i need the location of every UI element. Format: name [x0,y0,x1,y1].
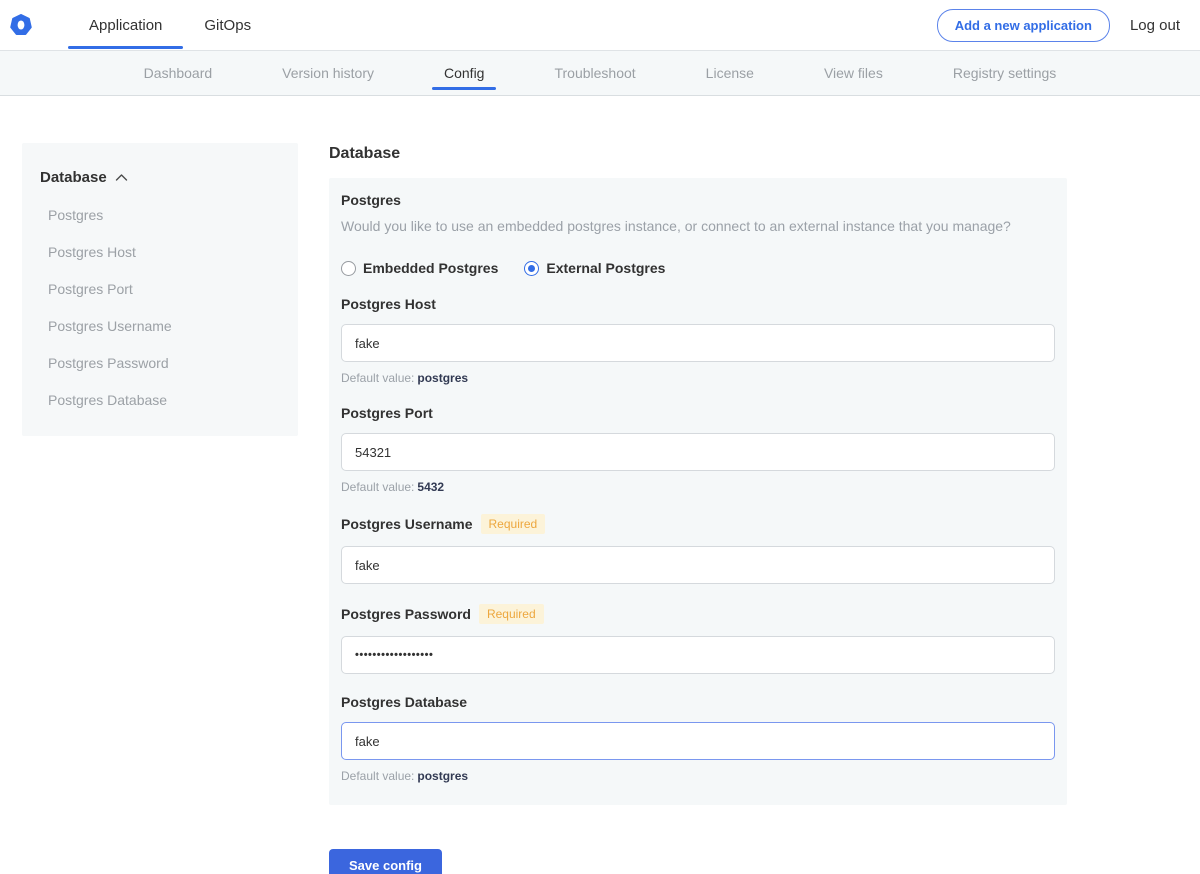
radio-embedded-postgres[interactable]: Embedded Postgres [341,260,498,276]
sidebar-item-postgres-port[interactable]: Postgres Port [40,281,278,297]
postgres-port-input[interactable] [341,433,1055,471]
field-postgres-database: Postgres Database Default value:postgres [341,694,1055,783]
field-label: Postgres Port [341,405,433,421]
subnav-dashboard[interactable]: Dashboard [132,51,225,95]
subnav-version-history[interactable]: Version history [270,51,386,95]
config-main: Database Postgres Would you like to use … [329,143,1067,874]
field-postgres-username: Postgres Username Required [341,514,1055,584]
postgres-type-radio-group: Embedded Postgres External Postgres [341,260,1055,276]
config-sidebar: Database Postgres Postgres Host Postgres… [22,143,298,436]
field-postgres-port: Postgres Port Default value:5432 [341,405,1055,494]
radio-unselected-icon [341,261,356,276]
radio-selected-icon [524,261,539,276]
radio-external-postgres[interactable]: External Postgres [524,260,665,276]
field-label: Postgres Host [341,296,436,312]
add-application-button[interactable]: Add a new application [937,9,1110,42]
sidebar-item-postgres[interactable]: Postgres [40,207,278,223]
required-badge: Required [479,604,544,624]
sidebar-item-postgres-host[interactable]: Postgres Host [40,244,278,260]
sidebar-item-postgres-database[interactable]: Postgres Database [40,392,278,408]
postgres-host-input[interactable] [341,324,1055,362]
field-postgres-password: Postgres Password Required [341,604,1055,674]
subnav-registry-settings[interactable]: Registry settings [941,51,1068,95]
default-value: postgres [417,769,468,783]
field-default-hint: Default value:postgres [341,371,1055,385]
section-title: Database [329,145,1067,163]
subnav-troubleshoot[interactable]: Troubleshoot [542,51,647,95]
sidebar-group-label: Database [40,169,107,186]
tab-application[interactable]: Application [68,0,183,50]
subnav-license[interactable]: License [694,51,766,95]
group-description: Would you like to use an embedded postgr… [341,218,1055,234]
sidebar-item-postgres-password[interactable]: Postgres Password [40,355,278,371]
field-label: Postgres Username [341,516,473,532]
top-tabs: Application GitOps [68,0,272,50]
default-value: postgres [417,371,468,385]
tab-gitops[interactable]: GitOps [183,0,272,50]
field-default-hint: Default value:postgres [341,769,1055,783]
sidebar-group-database[interactable]: Database [40,169,278,186]
postgres-username-input[interactable] [341,546,1055,584]
kots-app-logo-icon[interactable] [10,14,32,36]
field-label: Postgres Database [341,694,467,710]
postgres-password-input[interactable] [341,636,1055,674]
top-bar-actions: Add a new application Log out [937,9,1180,42]
sidebar-item-list: Postgres Postgres Host Postgres Port Pos… [40,207,278,408]
default-value: 5432 [417,480,444,494]
field-default-hint: Default value:5432 [341,480,1055,494]
field-label: Postgres Password [341,606,471,622]
chevron-up-icon [115,173,128,182]
sidebar-item-postgres-username[interactable]: Postgres Username [40,318,278,334]
top-bar: Application GitOps Add a new application… [0,0,1200,50]
radio-label: Embedded Postgres [363,260,498,276]
content-area: Database Postgres Postgres Host Postgres… [0,143,1200,874]
save-config-button[interactable]: Save config [329,849,442,874]
required-badge: Required [481,514,546,534]
radio-label: External Postgres [546,260,665,276]
subnav-config[interactable]: Config [432,51,496,95]
group-heading: Postgres [341,192,1055,208]
postgres-database-input[interactable] [341,722,1055,760]
app-subnav: Dashboard Version history Config Trouble… [0,50,1200,96]
field-postgres-host: Postgres Host Default value:postgres [341,296,1055,385]
logout-button[interactable]: Log out [1130,17,1180,34]
subnav-view-files[interactable]: View files [812,51,895,95]
config-group-panel: Postgres Would you like to use an embedd… [329,178,1067,805]
